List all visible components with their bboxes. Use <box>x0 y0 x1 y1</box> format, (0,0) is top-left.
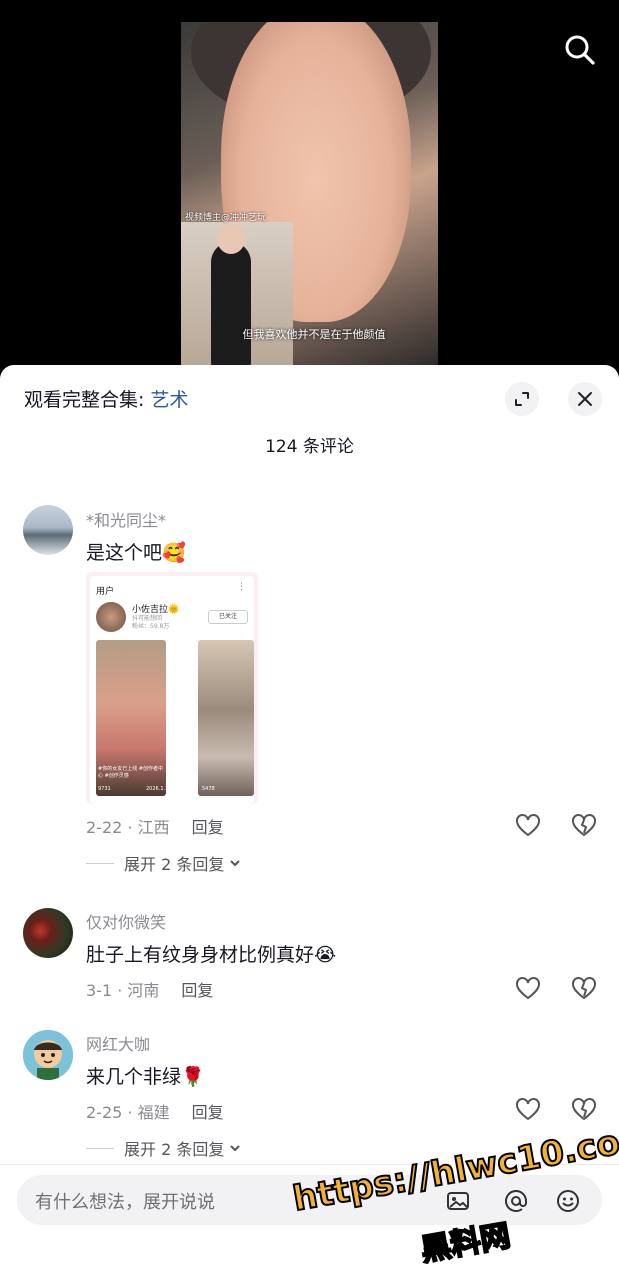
divider-line <box>86 862 114 864</box>
attachment-title: 用户 <box>96 587 115 597</box>
like-icon[interactable] <box>514 975 542 1001</box>
attachment-card: 用户 ⋮ 小佐吉拉🌞 抖可能想回 粉丝：59.8万 已关注 #你的女友已上线 #… <box>90 576 254 804</box>
divider-line <box>86 1147 114 1149</box>
collection-prefix: 观看完整合集: <box>24 389 151 411</box>
comment-attachment-image[interactable]: 用户 ⋮ 小佐吉拉🌞 抖可能想回 粉丝：59.8万 已关注 #你的女友已上线 #… <box>86 572 258 804</box>
pip-figure <box>211 242 251 367</box>
like-icon[interactable] <box>514 1096 542 1122</box>
avatar[interactable] <box>23 505 73 555</box>
comment-count: 124 条评论 <box>265 437 354 457</box>
attachment-name: 小佐吉拉🌞 <box>132 605 180 615</box>
close-sheet-button[interactable] <box>568 382 602 416</box>
collection-link[interactable]: 艺术 <box>150 389 188 411</box>
reply-button[interactable]: 回复 <box>181 981 213 1000</box>
attachment-sub1: 抖可能想回 <box>132 615 163 622</box>
video-pip <box>181 222 293 367</box>
comment-username[interactable]: 网红大咖 <box>86 1031 150 1055</box>
attachment-date: 2026.1.30 <box>146 786 172 792</box>
comment-text: 是这个吧🥰 <box>86 542 186 564</box>
attachment-likes: 5478 <box>202 786 215 792</box>
reply-button[interactable]: 回复 <box>192 818 224 837</box>
reply-button[interactable]: 回复 <box>192 1103 224 1122</box>
comment-text: 肚子上有纹身身材比例真好😭 <box>86 944 337 966</box>
comment-input-placeholder: 有什么想法，展开说说 <box>35 1192 215 1213</box>
chevron-down-icon <box>230 860 241 867</box>
attachment-thumb <box>198 640 254 796</box>
attachment-avatar <box>96 602 126 632</box>
attachment-sub: 抖可能想回 粉丝：59.8万 <box>132 615 169 631</box>
comment-text: 来几个非绿🌹 <box>86 1066 205 1088</box>
comment-meta: 3-1 · 河南 回复 <box>86 977 213 1001</box>
video-caption: 但我喜欢他并不是在于他颜值 <box>242 328 386 341</box>
avatar[interactable] <box>23 1030 73 1080</box>
dislike-icon[interactable] <box>570 812 598 838</box>
expand-icon <box>515 392 529 406</box>
collection-header[interactable]: 观看完整合集: 艺术 <box>24 385 188 412</box>
search-icon <box>565 35 595 65</box>
video-watermark: 视频博主@冲冲艺玩 <box>185 213 267 223</box>
expand-replies-label: 展开 2 条回复 <box>124 855 225 874</box>
emoji-icon[interactable] <box>555 1188 581 1214</box>
attachment-likes: 9731 <box>98 786 111 792</box>
comment-date-location: 2-22 · 江西 <box>86 818 170 837</box>
comment-username[interactable]: *和光同尘* <box>86 507 166 531</box>
comment-username[interactable]: 仅对你微笑 <box>86 909 166 933</box>
like-icon[interactable] <box>514 812 542 838</box>
close-icon <box>578 392 592 406</box>
pip-head <box>217 224 245 254</box>
expand-replies-button[interactable]: 展开 2 条回复 <box>86 1136 242 1160</box>
more-icon: ⋮ <box>237 582 246 592</box>
video-frame[interactable]: 视频博主@冲冲艺玩 但我喜欢他并不是在于他颜值 <box>181 22 438 367</box>
attachment-sub2: 粉丝：59.8万 <box>132 623 170 630</box>
expand-sheet-button[interactable] <box>505 382 539 416</box>
expand-replies-label: 展开 2 条回复 <box>124 1140 225 1159</box>
chevron-down-icon <box>230 1145 241 1152</box>
comment-meta: 2-25 · 福建 回复 <box>86 1099 224 1123</box>
cartoon-avatar-icon <box>23 1030 73 1080</box>
dislike-icon[interactable] <box>570 975 598 1001</box>
comment-meta: 2-22 · 江西 回复 <box>86 814 224 838</box>
avatar[interactable] <box>23 908 73 958</box>
comment-date-location: 2-25 · 福建 <box>86 1103 170 1122</box>
attachment-tag: #你的女友已上线 #创作者中心 #创作灵感 <box>98 766 163 779</box>
dislike-icon[interactable] <box>570 1096 598 1122</box>
at-icon[interactable] <box>503 1188 529 1214</box>
comment-date-location: 3-1 · 河南 <box>86 981 160 1000</box>
attachment-follow: 已关注 <box>208 610 248 624</box>
expand-replies-button[interactable]: 展开 2 条回复 <box>86 851 242 875</box>
video-player[interactable]: 视频博主@冲冲艺玩 但我喜欢他并不是在于他颜值 <box>0 0 619 380</box>
search-button[interactable] <box>562 32 598 68</box>
